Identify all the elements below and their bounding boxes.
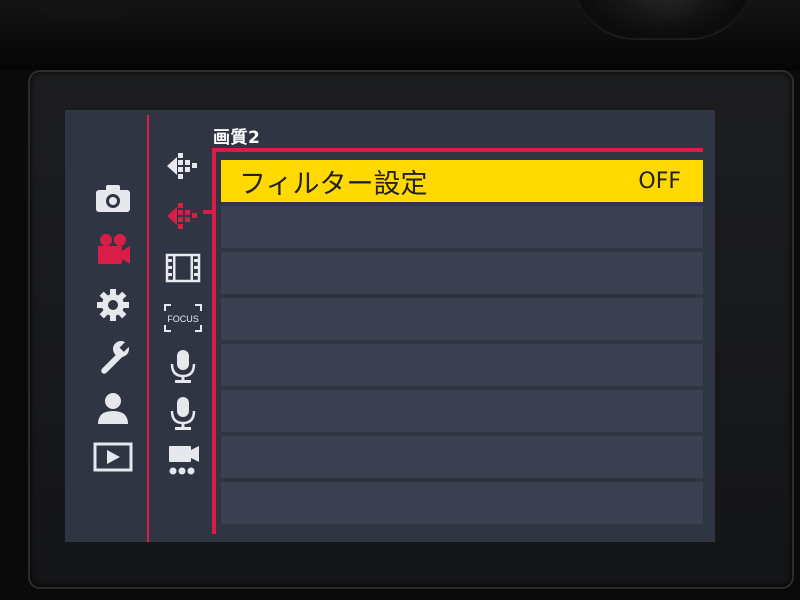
person-icon [98, 393, 128, 424]
subcategory-item-audio-2[interactable] [163, 395, 203, 431]
menu-row-empty [221, 344, 703, 386]
film-strip-icon [165, 253, 201, 283]
subcategory-item-quality-1[interactable] [163, 148, 203, 184]
subcategory-selection-pointer [203, 210, 215, 214]
category-item-my-menu[interactable] [93, 388, 133, 428]
category-item-setup[interactable] [93, 337, 133, 377]
lcd-screen: FOCUS 画質2 フィルター設定 OFF [65, 110, 715, 542]
menu-row-empty [221, 252, 703, 294]
microphone-2-icon [170, 397, 196, 430]
subcategory-item-movie-other[interactable] [163, 443, 203, 479]
menu-row-empty [221, 390, 703, 432]
image-quality-1-icon [167, 153, 197, 179]
page-title: 画質2 [213, 128, 261, 148]
menu-row-empty [221, 298, 703, 340]
microphone-1-icon [170, 350, 196, 383]
camera-left-control [40, 0, 130, 20]
menu-list: フィルター設定 OFF [221, 160, 703, 528]
gear-icon [97, 289, 129, 321]
menu-row-empty [221, 436, 703, 478]
focus-label: FOCUS [167, 314, 199, 324]
title-underline [212, 148, 703, 152]
subcategory-item-film[interactable] [163, 250, 203, 286]
movie-camera-icon [98, 234, 130, 264]
subcategory-divider-line [212, 148, 216, 534]
camera-icon [96, 185, 130, 212]
movie-other-icon [169, 446, 199, 475]
category-item-custom[interactable] [93, 285, 133, 325]
menu-row-label: フィルター設定 [239, 168, 428, 200]
subcategory-item-audio-1[interactable] [163, 348, 203, 384]
category-item-playback[interactable] [93, 437, 133, 477]
menu-row-value: OFF [638, 168, 681, 194]
playback-icon [93, 442, 133, 472]
category-item-movie[interactable] [93, 230, 133, 270]
image-quality-2-icon [167, 203, 197, 229]
menu-row-filter-settings[interactable]: フィルター設定 OFF [221, 160, 703, 202]
subcategory-item-focus[interactable]: FOCUS [163, 300, 203, 336]
category-item-photo[interactable] [93, 178, 133, 218]
wrench-icon [101, 340, 131, 374]
focus-icon: FOCUS [164, 304, 202, 332]
menu-row-empty [221, 206, 703, 248]
category-column [65, 110, 147, 542]
menu-row-empty [221, 482, 703, 524]
subcategory-item-quality-2[interactable] [163, 198, 203, 234]
